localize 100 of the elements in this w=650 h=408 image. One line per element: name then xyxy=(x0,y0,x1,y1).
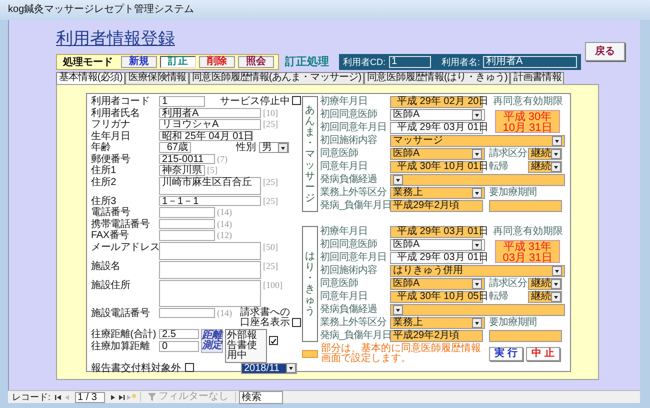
field-label: 業務上外等区分 xyxy=(320,317,388,329)
mode-button[interactable]: 新規 xyxy=(121,56,157,68)
user-code-field[interactable]: 1 xyxy=(388,56,430,68)
filter-icon xyxy=(146,392,157,402)
tab[interactable]: 同意医師履歴情報(あんま・マッサージ) xyxy=(189,72,364,84)
first-record-icon[interactable] xyxy=(54,392,63,402)
select-field[interactable] xyxy=(390,174,565,186)
checkbox[interactable] xyxy=(292,96,301,105)
mode-button[interactable]: 削除 xyxy=(199,56,235,68)
field-label: 発病_負傷年月日 xyxy=(320,330,390,342)
section-label: はり・きゅう xyxy=(305,251,315,317)
run-button[interactable]: 実 行 xyxy=(489,347,523,361)
text-field[interactable] xyxy=(489,330,562,342)
cancel-button[interactable]: 中 止 xyxy=(526,347,560,361)
checkbox-label: 請求書への口座名表示 xyxy=(240,308,290,328)
field-label: 年齢 xyxy=(91,142,112,153)
text-field[interactable]: 1 xyxy=(159,96,205,106)
field-label: 発病負傷経過 xyxy=(320,174,378,186)
memo-field[interactable] xyxy=(159,242,261,260)
field-label: 同意医師 xyxy=(320,278,359,290)
field-label: フリガナ xyxy=(91,119,132,130)
length-hint: [5] xyxy=(207,165,218,176)
tab[interactable]: 計画書情報 xyxy=(510,72,564,84)
length-hint: (12) xyxy=(217,230,232,241)
select-field[interactable]: マッサージ xyxy=(390,135,565,147)
user-code-label: 利用者CD: xyxy=(343,56,386,68)
select-field[interactable]: 継続 xyxy=(528,291,562,303)
field-label: 携帯電話番号 xyxy=(91,218,151,230)
text-field[interactable]: 利用者A xyxy=(159,108,261,118)
select-field[interactable]: 継続 xyxy=(528,148,562,160)
field-label: 初回同意医師 xyxy=(320,109,378,121)
field-label: 同意年月日 xyxy=(320,291,368,303)
text-field[interactable]: 平成29年2月頃 xyxy=(390,200,483,212)
text-field[interactable]: 神奈川県 xyxy=(159,165,205,176)
text-field[interactable] xyxy=(159,207,215,218)
length-hint: (7) xyxy=(217,154,228,164)
text-field[interactable]: リヨウシャA xyxy=(159,119,261,130)
tab[interactable]: 医療保険情報 xyxy=(125,72,190,84)
checkbox[interactable] xyxy=(269,336,278,344)
select-field[interactable] xyxy=(390,304,565,316)
field-label: 性別 xyxy=(236,142,256,153)
field-label: 要加療期間 xyxy=(488,187,538,199)
measure-button[interactable]: 距離測定 xyxy=(201,328,223,352)
text-field[interactable]: 平成29年2月頃 xyxy=(390,330,483,342)
length-hint: [100] xyxy=(263,280,282,290)
text-field[interactable]: 215-0011 xyxy=(159,154,215,164)
text-field[interactable] xyxy=(159,230,215,240)
select-field[interactable]: 男 xyxy=(259,142,289,153)
checkbox[interactable] xyxy=(292,318,301,326)
length-hint: [25] xyxy=(263,176,278,188)
select-field[interactable]: 医師A xyxy=(390,278,485,290)
field-label: 初回同意年月日 xyxy=(320,122,388,134)
color-swatch xyxy=(302,350,318,358)
field-label: 住所3 xyxy=(91,196,117,206)
text-field[interactable]: 昭和 25年 04月 01日 xyxy=(159,130,253,141)
select-field[interactable]: 継続 xyxy=(528,161,562,173)
tab[interactable]: 基本情報(必須) xyxy=(56,72,126,84)
field-label: 転帰 xyxy=(488,161,509,173)
select-field[interactable]: 継続 xyxy=(528,278,562,290)
field-label: 施設名 xyxy=(91,260,122,272)
text-field[interactable]: 0 xyxy=(159,341,199,352)
text-field[interactable] xyxy=(159,218,215,229)
length-hint: [10] xyxy=(263,108,278,118)
select-field[interactable]: 医師A xyxy=(390,148,485,160)
field-label: 発病_負傷年月日 xyxy=(320,200,390,212)
memo-field[interactable]: 川崎市麻生区百合丘 xyxy=(159,176,261,194)
field-label: 初回同意年月日 xyxy=(320,252,388,264)
tab[interactable]: 同意医師履歴情報(はり・きゅう) xyxy=(364,72,510,84)
record-position-field[interactable]: 1 / 3 xyxy=(74,392,105,402)
select-field[interactable]: 医師A xyxy=(390,239,485,251)
text-field[interactable] xyxy=(489,200,562,212)
field-label: 再同意有効期限 xyxy=(492,96,564,108)
checkbox-label: サービス停止中 xyxy=(220,96,290,107)
mode-button[interactable]: 照会 xyxy=(238,56,274,68)
field-label: 請求区分 xyxy=(488,278,528,290)
select-field[interactable]: 2018/11 xyxy=(241,362,297,374)
field-label: 住所1 xyxy=(91,165,117,176)
field-label: 利用者コード xyxy=(91,96,151,107)
user-name-field[interactable]: 利用者A xyxy=(483,56,578,68)
field-label: 施設電話番号 xyxy=(91,308,151,318)
field-label: 往療距離(合計) xyxy=(91,328,158,340)
back-button[interactable]: 戻る xyxy=(585,42,625,61)
field-label: 郵便番号 xyxy=(91,154,132,164)
section-label: あんま・マッサージ xyxy=(305,104,315,204)
select-field[interactable]: 医師A xyxy=(390,109,485,121)
select-field[interactable]: 業務上 xyxy=(390,187,485,199)
memo-field[interactable] xyxy=(159,280,261,306)
text-field[interactable]: 1－1－1 xyxy=(159,196,261,206)
mode-button[interactable]: 訂正 xyxy=(160,56,196,68)
search-field[interactable]: 検索 xyxy=(238,390,283,404)
field-label: 初回施術内容 xyxy=(320,135,378,147)
memo-field[interactable] xyxy=(159,260,261,278)
select-field[interactable]: はりきゅう併用 xyxy=(390,265,565,277)
field-label: 再同意有効期限 xyxy=(492,226,564,238)
select-field[interactable]: 業務上 xyxy=(390,317,485,329)
text-field[interactable]: 2.5 xyxy=(159,328,199,339)
field-label: 生年月日 xyxy=(91,130,132,142)
text-field[interactable] xyxy=(159,308,215,318)
checkbox[interactable] xyxy=(185,362,194,372)
text-field[interactable]: 67歳 xyxy=(159,142,191,152)
